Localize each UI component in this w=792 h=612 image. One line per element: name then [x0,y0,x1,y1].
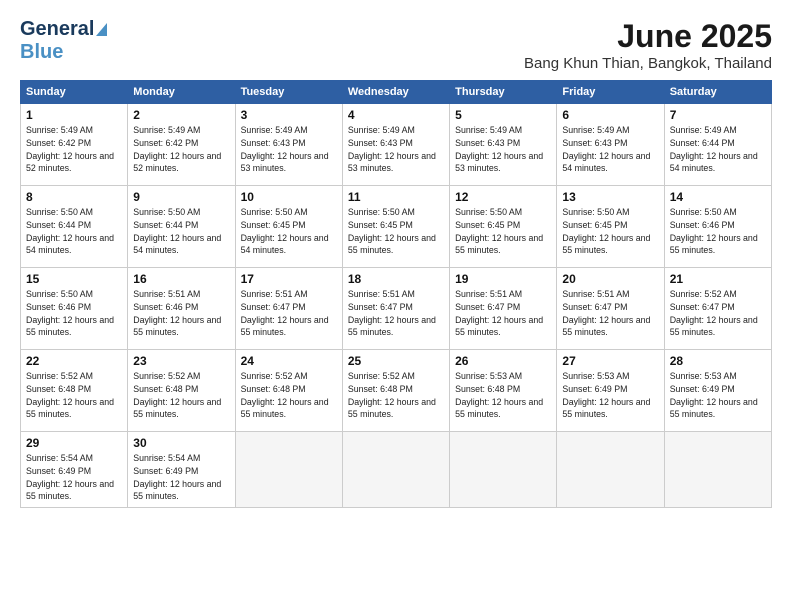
calendar-day-2: 2 Sunrise: 5:49 AMSunset: 6:42 PMDayligh… [128,104,235,186]
empty-cell [664,432,771,508]
header-monday: Monday [128,81,235,104]
header: General Blue June 2025 Bang Khun Thian, … [20,18,772,72]
logo: General Blue [20,18,107,64]
header-sunday: Sunday [21,81,128,104]
calendar-week-row: 8 Sunrise: 5:50 AMSunset: 6:44 PMDayligh… [21,186,772,268]
calendar-day-13: 13 Sunrise: 5:50 AMSunset: 6:45 PMDaylig… [557,186,664,268]
calendar-day-30: 30 Sunrise: 5:54 AMSunset: 6:49 PMDaylig… [128,432,235,508]
empty-cell [557,432,664,508]
empty-cell [342,432,449,508]
calendar-table: Sunday Monday Tuesday Wednesday Thursday… [20,80,772,508]
calendar-day-12: 12 Sunrise: 5:50 AMSunset: 6:45 PMDaylig… [450,186,557,268]
calendar-title: June 2025 [524,18,772,55]
calendar-day-11: 11 Sunrise: 5:50 AMSunset: 6:45 PMDaylig… [342,186,449,268]
calendar-day-22: 22 Sunrise: 5:52 AMSunset: 6:48 PMDaylig… [21,350,128,432]
calendar-day-26: 26 Sunrise: 5:53 AMSunset: 6:48 PMDaylig… [450,350,557,432]
header-tuesday: Tuesday [235,81,342,104]
calendar-day-24: 24 Sunrise: 5:52 AMSunset: 6:48 PMDaylig… [235,350,342,432]
calendar-day-5: 5 Sunrise: 5:49 AMSunset: 6:43 PMDayligh… [450,104,557,186]
logo-general: General [20,18,94,41]
calendar-day-25: 25 Sunrise: 5:52 AMSunset: 6:48 PMDaylig… [342,350,449,432]
header-saturday: Saturday [664,81,771,104]
calendar-day-27: 27 Sunrise: 5:53 AMSunset: 6:49 PMDaylig… [557,350,664,432]
calendar-day-10: 10 Sunrise: 5:50 AMSunset: 6:45 PMDaylig… [235,186,342,268]
calendar-day-15: 15 Sunrise: 5:50 AMSunset: 6:46 PMDaylig… [21,268,128,350]
calendar-day-16: 16 Sunrise: 5:51 AMSunset: 6:46 PMDaylig… [128,268,235,350]
header-wednesday: Wednesday [342,81,449,104]
calendar-day-1: 1 Sunrise: 5:49 AMSunset: 6:42 PMDayligh… [21,104,128,186]
calendar-day-7: 7 Sunrise: 5:49 AMSunset: 6:44 PMDayligh… [664,104,771,186]
calendar-week-row: 29 Sunrise: 5:54 AMSunset: 6:49 PMDaylig… [21,432,772,508]
logo-blue: Blue [20,41,63,63]
calendar-day-9: 9 Sunrise: 5:50 AMSunset: 6:44 PMDayligh… [128,186,235,268]
calendar-day-8: 8 Sunrise: 5:50 AMSunset: 6:44 PMDayligh… [21,186,128,268]
header-thursday: Thursday [450,81,557,104]
calendar-day-21: 21 Sunrise: 5:52 AMSunset: 6:47 PMDaylig… [664,268,771,350]
calendar-day-28: 28 Sunrise: 5:53 AMSunset: 6:49 PMDaylig… [664,350,771,432]
logo-triangle-icon [96,23,107,36]
calendar-week-row: 1 Sunrise: 5:49 AMSunset: 6:42 PMDayligh… [21,104,772,186]
calendar-day-29: 29 Sunrise: 5:54 AMSunset: 6:49 PMDaylig… [21,432,128,508]
title-block: June 2025 Bang Khun Thian, Bangkok, Thai… [524,18,772,72]
calendar-day-14: 14 Sunrise: 5:50 AMSunset: 6:46 PMDaylig… [664,186,771,268]
calendar-day-4: 4 Sunrise: 5:49 AMSunset: 6:43 PMDayligh… [342,104,449,186]
calendar-day-3: 3 Sunrise: 5:49 AMSunset: 6:43 PMDayligh… [235,104,342,186]
calendar-day-23: 23 Sunrise: 5:52 AMSunset: 6:48 PMDaylig… [128,350,235,432]
calendar-subtitle: Bang Khun Thian, Bangkok, Thailand [524,55,772,72]
page: General Blue June 2025 Bang Khun Thian, … [0,0,792,612]
calendar-week-row: 15 Sunrise: 5:50 AMSunset: 6:46 PMDaylig… [21,268,772,350]
empty-cell [450,432,557,508]
calendar-day-17: 17 Sunrise: 5:51 AMSunset: 6:47 PMDaylig… [235,268,342,350]
empty-cell [235,432,342,508]
calendar-day-20: 20 Sunrise: 5:51 AMSunset: 6:47 PMDaylig… [557,268,664,350]
calendar-day-18: 18 Sunrise: 5:51 AMSunset: 6:47 PMDaylig… [342,268,449,350]
calendar-day-6: 6 Sunrise: 5:49 AMSunset: 6:43 PMDayligh… [557,104,664,186]
calendar-header-row: Sunday Monday Tuesday Wednesday Thursday… [21,81,772,104]
calendar-day-19: 19 Sunrise: 5:51 AMSunset: 6:47 PMDaylig… [450,268,557,350]
header-friday: Friday [557,81,664,104]
calendar-week-row: 22 Sunrise: 5:52 AMSunset: 6:48 PMDaylig… [21,350,772,432]
